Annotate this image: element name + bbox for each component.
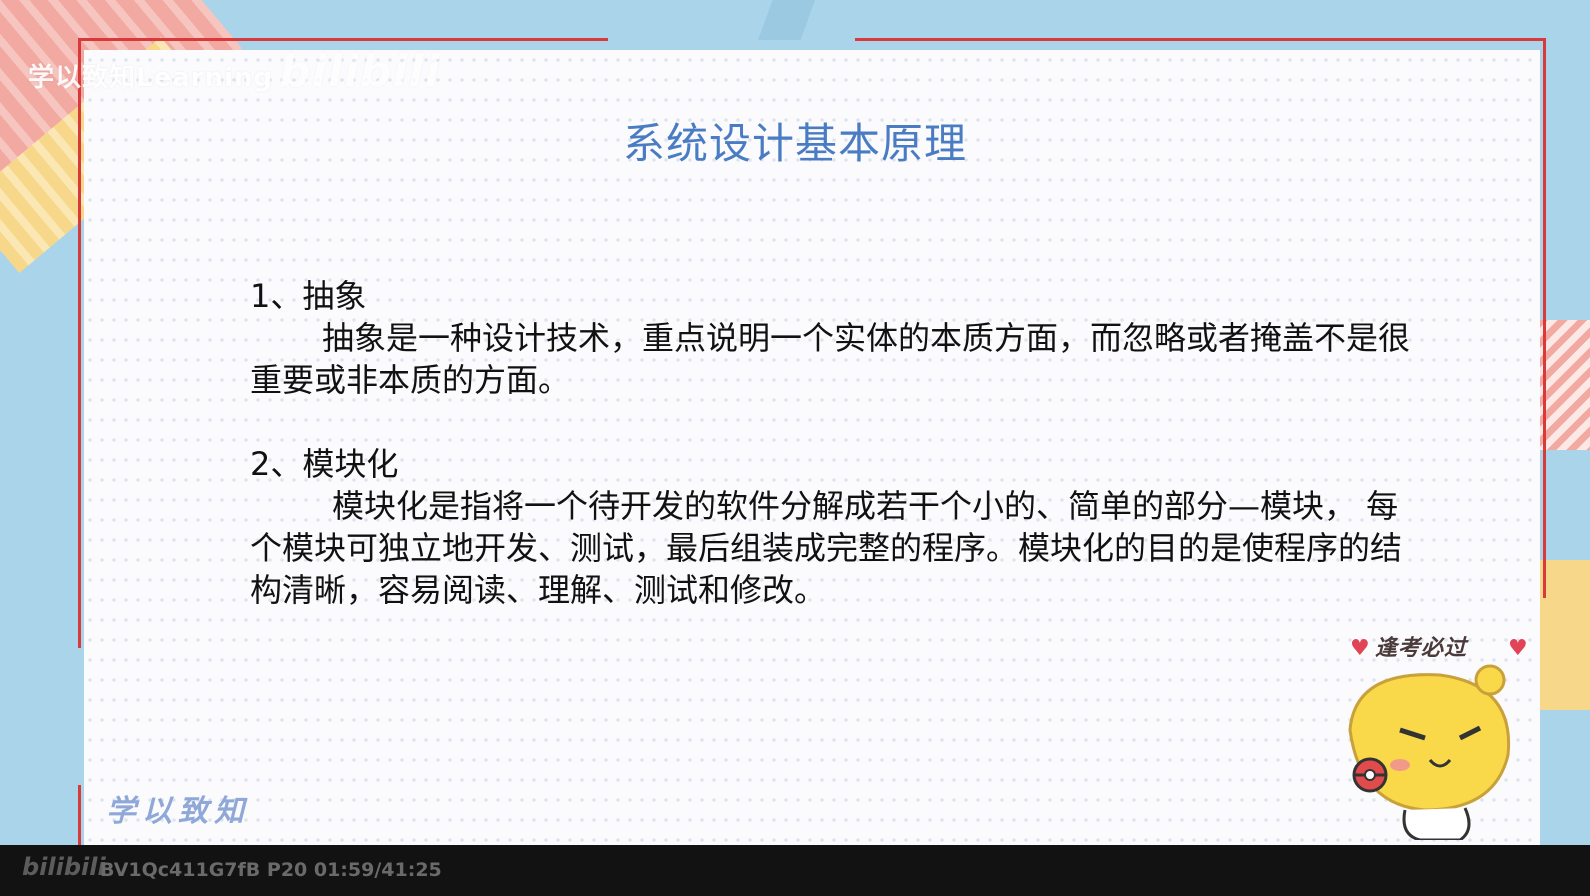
signature-logo: 学以致知: [106, 794, 250, 829]
frame-line: [855, 38, 1545, 41]
bilibili-logo: bilibili: [22, 853, 106, 881]
mascot-illustration: [1348, 664, 1511, 840]
section-heading: 1、抽象: [250, 277, 367, 315]
bilibili-logo: bilibili: [279, 46, 441, 97]
section-abstraction: 1、抽象 抽象是一种设计技术，重点说明一个实体的本质方面，而忽略或者掩盖不是很重…: [250, 275, 1430, 401]
heart-icon: ♥: [1508, 636, 1528, 661]
section-modularity: 2、模块化 模块化是指将一个待开发的软件分解成若干个小的、简单的部分—模块， 每…: [250, 443, 1430, 611]
section-body: 抽象是一种设计技术，重点说明一个实体的本质方面，而忽略或者掩盖不是很重要或非本质…: [250, 319, 1411, 399]
frame-line: [78, 38, 608, 41]
slide-title: 系统设计基本原理: [622, 119, 967, 168]
top-decoration: [730, 0, 1590, 40]
video-info: BV1Qc411G7fB P20 01:59/41:25: [100, 859, 442, 881]
slogan-text: 逢考必过: [1375, 636, 1468, 661]
player-bar: bilibili BV1Qc411G7fB P20 01:59/41:25: [0, 845, 1590, 896]
section-body: 模块化是指将一个待开发的软件分解成若干个小的、简单的部分—模块， 每个模块可独立…: [250, 487, 1403, 609]
channel-watermark: 学以致知Learning bilibili: [28, 46, 441, 97]
watermark-text: 学以致知Learning: [28, 63, 274, 93]
section-heading: 2、模块化: [250, 445, 399, 483]
heart-icon: ♥: [1350, 636, 1370, 661]
frame-line: [78, 785, 81, 845]
